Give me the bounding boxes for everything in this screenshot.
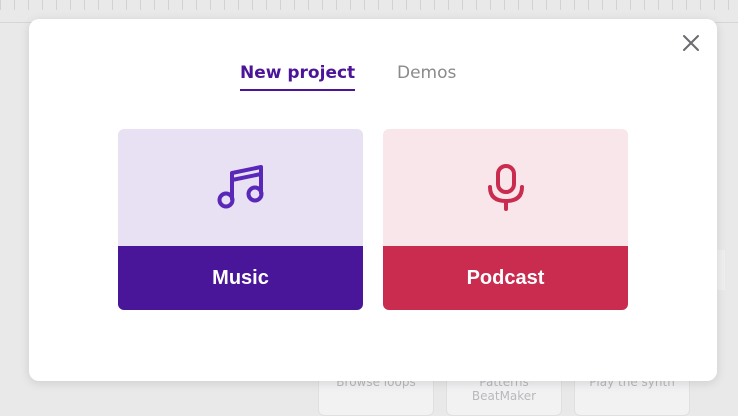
podcast-option-card[interactable]: Podcast bbox=[383, 129, 628, 310]
music-card-header bbox=[118, 129, 363, 246]
tab-demos[interactable]: Demos bbox=[397, 63, 456, 89]
music-option-card[interactable]: Music bbox=[118, 129, 363, 310]
background-ruler bbox=[0, 0, 738, 10]
microphone-icon bbox=[486, 163, 526, 217]
podcast-card-label: Podcast bbox=[383, 246, 628, 310]
tab-bar: New project Demos bbox=[29, 63, 717, 93]
music-card-label: Music bbox=[118, 246, 363, 310]
tab-new-project[interactable]: New project bbox=[240, 63, 356, 91]
close-icon[interactable] bbox=[681, 33, 701, 53]
podcast-card-header bbox=[383, 129, 628, 246]
new-project-dialog: New project Demos Music Podcast bbox=[29, 19, 717, 381]
music-note-icon bbox=[215, 163, 267, 215]
